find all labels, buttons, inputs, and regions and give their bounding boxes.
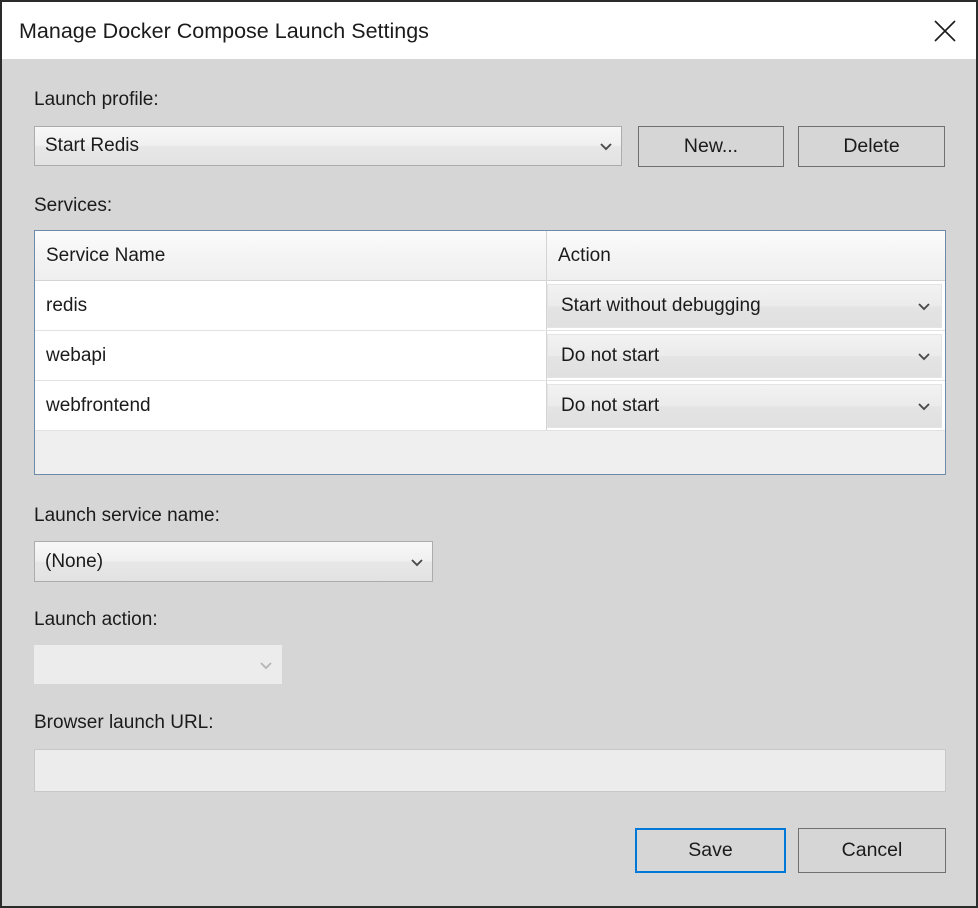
launch-service-name-combobox[interactable]: (None)	[34, 541, 433, 582]
browser-launch-url-input[interactable]	[34, 749, 946, 792]
table-row[interactable]: webfrontend Do not start	[35, 381, 945, 431]
launch-profile-value: Start Redis	[45, 135, 139, 156]
services-label: Services:	[34, 195, 113, 216]
service-action-value: Do not start	[561, 394, 660, 416]
services-grid-header: Service Name Action	[35, 231, 945, 281]
service-action-cell: Do not start	[547, 381, 945, 430]
chevron-down-icon	[251, 657, 281, 673]
manage-docker-compose-launch-settings-dialog: Manage Docker Compose Launch Settings La…	[0, 0, 978, 908]
chevron-down-icon	[907, 298, 941, 314]
launch-profile-label: Launch profile:	[34, 89, 159, 110]
service-action-combobox[interactable]: Do not start	[547, 383, 942, 428]
launch-service-name-value: (None)	[45, 550, 104, 572]
service-name-cell: webfrontend	[35, 381, 547, 430]
chevron-down-icon	[907, 348, 941, 364]
dialog-body: Launch profile: Start Redis New... Delet…	[2, 59, 976, 906]
table-row[interactable]: redis Start without debugging	[35, 281, 945, 331]
delete-profile-button[interactable]: Delete	[798, 126, 945, 167]
launch-action-combobox[interactable]	[34, 645, 282, 684]
title-bar: Manage Docker Compose Launch Settings	[2, 2, 976, 59]
table-row[interactable]: webapi Do not start	[35, 331, 945, 381]
service-action-combobox[interactable]: Do not start	[547, 333, 942, 378]
chevron-down-icon	[591, 138, 621, 154]
service-action-value: Do not start	[561, 344, 660, 366]
chevron-down-icon	[402, 554, 432, 570]
close-icon	[932, 18, 958, 44]
close-button[interactable]	[914, 2, 976, 59]
launch-service-name-label: Launch service name:	[34, 505, 220, 526]
service-action-value: Start without debugging	[561, 294, 761, 316]
service-action-cell: Start without debugging	[547, 281, 945, 330]
service-name-cell: webapi	[35, 331, 547, 380]
browser-launch-url-label: Browser launch URL:	[34, 712, 214, 733]
column-header-service-name: Service Name	[35, 231, 547, 280]
services-grid[interactable]: Service Name Action redis Start without …	[34, 230, 946, 475]
save-button[interactable]: Save	[635, 828, 786, 873]
dialog-title: Manage Docker Compose Launch Settings	[19, 19, 429, 43]
service-action-cell: Do not start	[547, 331, 945, 380]
new-profile-button[interactable]: New...	[638, 126, 784, 167]
launch-profile-combobox[interactable]: Start Redis	[34, 126, 622, 166]
column-header-action: Action	[558, 244, 611, 266]
chevron-down-icon	[907, 398, 941, 414]
service-name-cell: redis	[35, 281, 547, 330]
service-action-combobox[interactable]: Start without debugging	[547, 283, 942, 328]
cancel-button[interactable]: Cancel	[798, 828, 946, 873]
launch-action-label: Launch action:	[34, 609, 158, 630]
